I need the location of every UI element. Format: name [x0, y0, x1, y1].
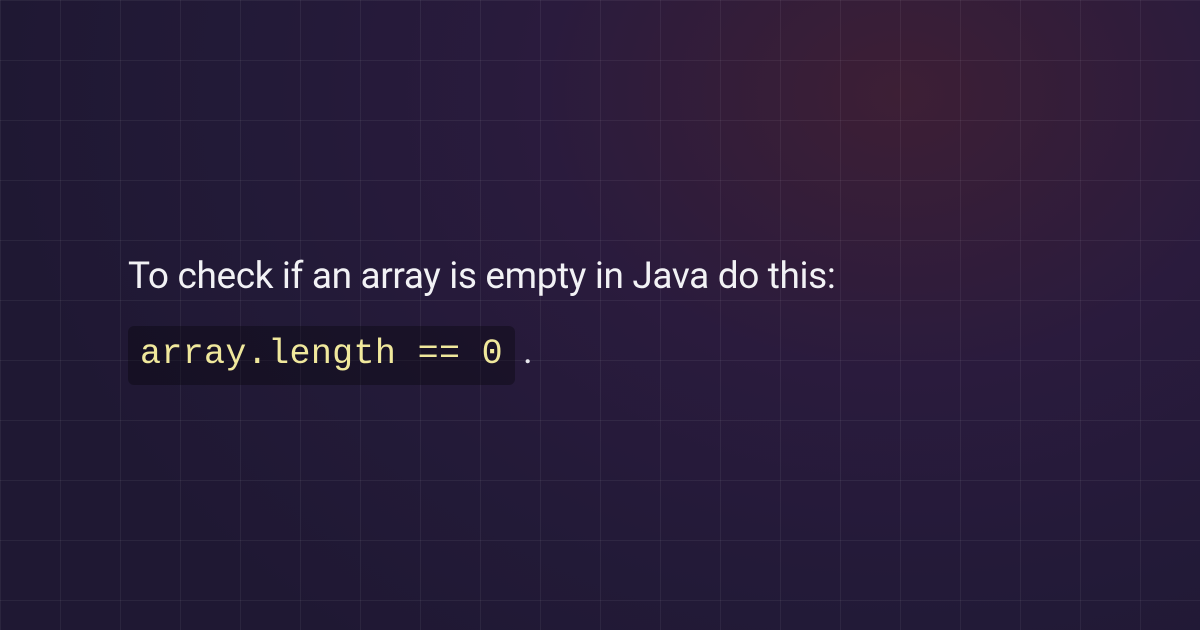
- heading-text: To check if an array is empty in Java do…: [128, 250, 1072, 304]
- code-line: array.length == 0.: [128, 326, 1072, 385]
- code-snippet: array.length == 0: [128, 326, 515, 385]
- trailing-period: .: [523, 330, 533, 373]
- content-block: To check if an array is empty in Java do…: [128, 250, 1072, 385]
